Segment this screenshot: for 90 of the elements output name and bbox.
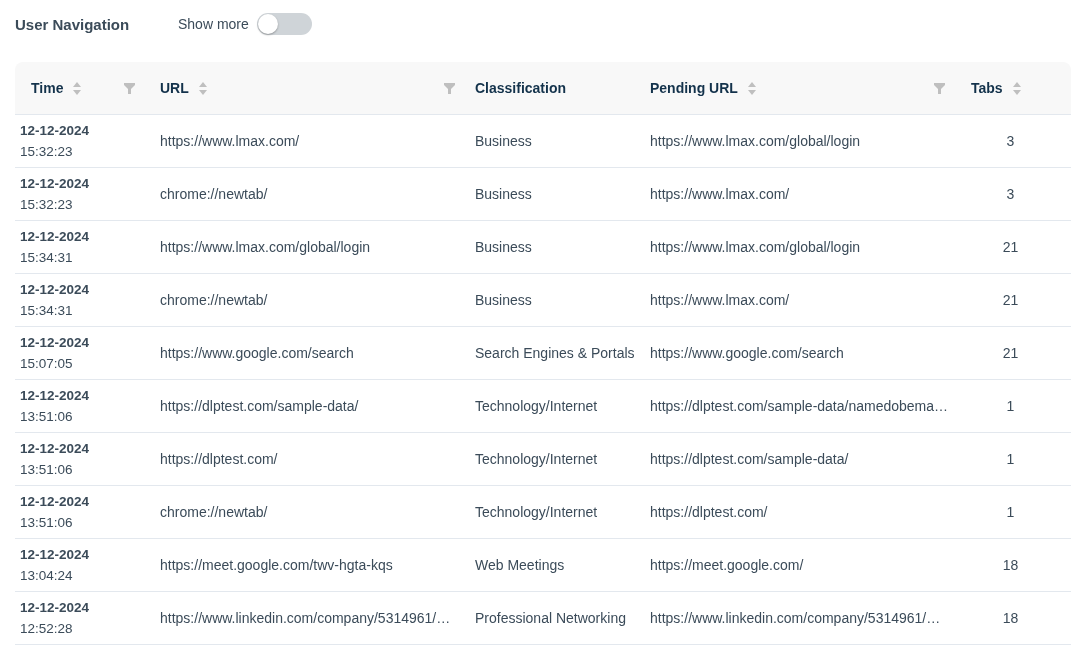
date-text: 12-12-2024	[20, 281, 91, 299]
classification-text: Professional Networking	[475, 610, 626, 626]
time-text: 13:04:24	[20, 567, 74, 585]
url-text: https://meet.google.com/twv-hgta-kqs	[160, 557, 393, 573]
time-text: 15:34:31	[20, 302, 74, 320]
time-text: 12:52:28	[20, 620, 74, 638]
sort-icon[interactable]	[73, 81, 82, 95]
table-row[interactable]: 12-12-2024 13:51:06 chrome://newtab/ Technology/Internet https://dlptest.com/ 1	[15, 485, 1071, 539]
date-text: 12-12-2024	[20, 334, 91, 352]
url-text: https://www.lmax.com/	[160, 133, 300, 149]
classification-text: Business	[475, 292, 532, 308]
classification-text: Search Engines & Portals	[475, 345, 635, 361]
column-label: Time	[31, 80, 64, 96]
table-row[interactable]: 12-12-2024 15:34:31 https://www.lmax.com/global/login Business https://www.lmax.com/global/login 21	[15, 220, 1071, 274]
pending-url-text: https://www.lmax.com/global/login	[650, 133, 861, 149]
pending-url-text: https://dlptest.com/	[650, 504, 768, 520]
tabs-count: 21	[1002, 292, 1019, 308]
time-text: 13:51:06	[20, 408, 74, 426]
column-header[interactable]: Classification	[465, 62, 640, 115]
table-row[interactable]: 12-12-2024 15:32:23 chrome://newtab/ Business https://www.lmax.com/ 3	[15, 167, 1071, 221]
column-header[interactable]: Pending URL	[640, 62, 955, 115]
time-text: 15:32:23	[20, 143, 74, 161]
sort-icon[interactable]	[1012, 81, 1021, 95]
url-text: https://www.lmax.com/global/login	[160, 239, 371, 255]
table-row[interactable]: 12-12-2024 15:34:31 chrome://newtab/ Business https://www.lmax.com/ 21	[15, 273, 1071, 327]
tabs-count: 21	[1002, 239, 1019, 255]
pending-url-text: https://www.lmax.com/global/login	[650, 239, 861, 255]
time-text: 15:34:31	[20, 249, 74, 267]
tabs-count: 1	[1006, 504, 1015, 520]
url-text: chrome://newtab/	[160, 504, 268, 520]
date-text: 12-12-2024	[20, 599, 91, 617]
column-header[interactable]: Time	[15, 62, 145, 115]
classification-text: Business	[475, 186, 532, 202]
classification-text: Technology/Internet	[475, 504, 598, 520]
pending-url-text: https://www.lmax.com/	[650, 186, 790, 202]
sort-icon[interactable]	[198, 81, 207, 95]
url-text: chrome://newtab/	[160, 186, 268, 202]
tabs-count: 3	[1006, 186, 1015, 202]
tabs-count: 3	[1006, 133, 1015, 149]
table-row[interactable]: 12-12-2024 13:04:24 https://meet.google.com/twv-hgta-kqs Web Meetings https://meet.google.com/ 18	[15, 538, 1071, 592]
url-text: https://dlptest.com/	[160, 451, 278, 467]
column-header[interactable]: Tabs	[955, 62, 1071, 115]
classification-text: Technology/Internet	[475, 451, 598, 467]
classification-text: Business	[475, 239, 532, 255]
classification-text: Business	[475, 133, 532, 149]
date-text: 12-12-2024	[20, 493, 91, 511]
pending-url-text: https://www.google.com/search	[650, 345, 844, 361]
time-text: 13:51:06	[20, 514, 74, 532]
url-text: chrome://newtab/	[160, 292, 268, 308]
date-text: 12-12-2024	[20, 228, 91, 246]
tabs-count: 1	[1006, 451, 1015, 467]
column-header[interactable]: URL	[145, 62, 465, 115]
toggle-label: Show more	[178, 16, 249, 32]
date-text: 12-12-2024	[20, 440, 91, 458]
section-title: User Navigation	[15, 15, 131, 33]
tabs-count: 1	[1006, 398, 1015, 414]
date-text: 12-12-2024	[20, 122, 91, 140]
column-label: URL	[160, 80, 189, 96]
column-label: Pending URL	[650, 80, 738, 96]
pending-url-text: https://dlptest.com/sample-data/namedobema…	[650, 398, 949, 414]
table-row[interactable]: 12-12-2024 12:52:28 https://www.linkedin.com/company/5314961/… Professional Networking https://www.linkedin.com/company/5314961/… 18	[15, 591, 1071, 645]
time-text: 15:32:23	[20, 196, 74, 214]
filter-icon[interactable]	[444, 82, 455, 94]
tabs-count: 21	[1002, 345, 1019, 361]
url-text: https://www.google.com/search	[160, 345, 354, 361]
tabs-count: 18	[1002, 610, 1019, 626]
pending-url-text: https://www.lmax.com/	[650, 292, 790, 308]
date-text: 12-12-2024	[20, 175, 91, 193]
table-row[interactable]: 12-12-2024 15:32:23 https://www.lmax.com/ Business https://www.lmax.com/global/login 3	[15, 114, 1071, 168]
filter-icon[interactable]	[124, 82, 135, 94]
url-text: https://www.linkedin.com/company/5314961/…	[160, 610, 451, 626]
pending-url-text: https://meet.google.com/	[650, 557, 804, 573]
tabs-count: 18	[1002, 557, 1019, 573]
time-text: 15:07:05	[20, 355, 74, 373]
filter-icon[interactable]	[934, 82, 945, 94]
show-more-switch[interactable]	[256, 13, 312, 35]
table-row[interactable]: 12-12-2024 13:51:06 https://dlptest.com/sample-data/ Technology/Internet https://dlptest.com/sample-data/namedobema… 1	[15, 379, 1071, 433]
column-label: Classification	[475, 80, 567, 96]
url-text: https://dlptest.com/sample-data/	[160, 398, 359, 414]
pending-url-text: https://www.linkedin.com/company/5314961/…	[650, 610, 941, 626]
column-label: Tabs	[971, 80, 1003, 96]
date-text: 12-12-2024	[20, 387, 91, 405]
classification-text: Web Meetings	[475, 557, 565, 573]
date-text: 12-12-2024	[20, 546, 91, 564]
table-row[interactable]: 12-12-2024 13:51:06 https://dlptest.com/ Technology/Internet https://dlptest.com/sample-data/ 1	[15, 432, 1071, 486]
sort-icon[interactable]	[747, 81, 756, 95]
table-row[interactable]: 12-12-2024 15:07:05 https://www.google.com/search Search Engines & Portals https://www.google.com/search 21	[15, 326, 1071, 380]
time-text: 13:51:06	[20, 461, 74, 479]
classification-text: Technology/Internet	[475, 398, 598, 414]
pending-url-text: https://dlptest.com/sample-data/	[650, 451, 849, 467]
